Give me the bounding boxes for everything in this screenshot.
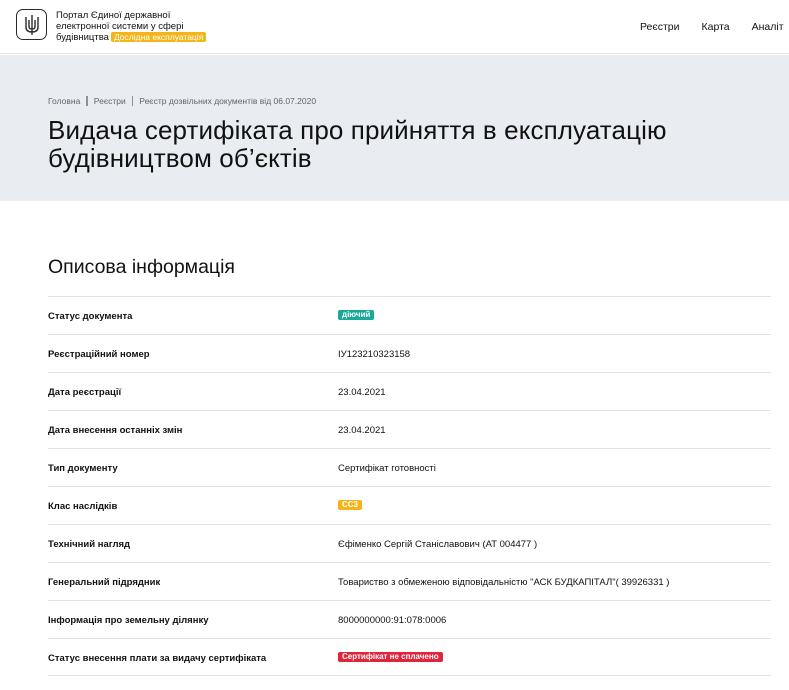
breadcrumb-separator — [86, 96, 88, 106]
row-label: Статус документа — [48, 311, 133, 322]
table-row: Технічний нагляд Єфіменко Сергій Станісл… — [48, 524, 771, 562]
row-value: 8000000000:91:078:0006 — [338, 615, 447, 626]
consequence-class-badge: СС3 — [338, 500, 363, 510]
table-row: Статус внесення плати за видачу сертифік… — [48, 638, 771, 676]
table-row: Тип документу Сертифікат готовності — [48, 448, 771, 486]
table-row: Дата внесення останніх змін 23.04.2021 — [48, 410, 771, 448]
page-hero: Головна Реєстри Реєстр дозвільних докуме… — [0, 55, 789, 201]
table-row: Реєстраційний номер ІУ123210323158 — [48, 334, 771, 372]
brand-line-2: електронної системи у сфері — [56, 20, 184, 32]
breadcrumb-home[interactable]: Головна — [48, 96, 80, 106]
row-label: Дата реєстрації — [48, 387, 122, 398]
nav-registries[interactable]: Реєстри — [640, 21, 680, 33]
nav-analytics[interactable]: Аналіт — [752, 21, 784, 33]
row-label: Дата внесення останніх змін — [48, 425, 183, 436]
table-row: Інформація про земельну ділянку 80000000… — [48, 600, 771, 638]
row-value: Єфіменко Сергій Станіславович (АТ 004477… — [338, 539, 538, 550]
row-label: Інформація про земельну ділянку — [48, 615, 209, 626]
row-value: Товариство з обмеженою відповідальністю … — [338, 577, 670, 588]
trident-logo-icon[interactable] — [16, 9, 47, 40]
info-table: Статус документа діючий Реєстраційний но… — [48, 296, 771, 676]
table-row: Генеральний підрядник Товариство з обмеж… — [48, 562, 771, 600]
site-header: Портал Єдиної державної електронної сист… — [0, 0, 789, 54]
payment-status-badge: Сертифікат не сплачено — [338, 652, 443, 662]
page-title-line-1: Видача сертифіката про прийняття в експл… — [48, 115, 667, 145]
test-mode-badge: Дослідна експлуатація — [110, 32, 207, 42]
row-value: 23.04.2021 — [338, 425, 386, 436]
row-label: Генеральний підрядник — [48, 577, 161, 588]
row-value: ІУ123210323158 — [338, 349, 411, 360]
brand-line-1: Портал Єдиної державної — [56, 10, 171, 21]
row-label: Клас наслідків — [48, 501, 118, 512]
brand-line-3: будівництва — [56, 32, 109, 43]
row-label: Тип документу — [48, 463, 118, 474]
row-label: Реєстраційний номер — [48, 349, 150, 360]
nav-map[interactable]: Карта — [702, 21, 730, 33]
breadcrumb-separator — [131, 96, 134, 106]
page-title-line-2: будівництвом об’єктів — [48, 143, 312, 173]
section-title: Описова інформація — [48, 256, 235, 278]
table-row: Статус документа діючий — [48, 296, 771, 334]
breadcrumb-registries[interactable]: Реєстри — [94, 96, 126, 106]
breadcrumb-current[interactable]: Реєстр дозвільних документів від 06.07.2… — [139, 96, 316, 106]
row-value: 23.04.2021 — [338, 387, 386, 398]
breadcrumb: Головна Реєстри Реєстр дозвільних докуме… — [48, 96, 316, 106]
row-value: Сертифікат готовності — [338, 463, 436, 474]
table-row: Дата реєстрації 23.04.2021 — [48, 372, 771, 410]
page-title: Видача сертифіката про прийняття в експл… — [48, 116, 667, 172]
row-label: Технічний нагляд — [48, 539, 131, 550]
table-row: Клас наслідків СС3 — [48, 486, 771, 524]
top-navigation: Реєстри Карта Аналіт — [640, 21, 784, 33]
portal-brand[interactable]: Портал Єдиної державної електронної сист… — [56, 10, 226, 44]
row-label: Статус внесення плати за видачу сертифік… — [48, 653, 267, 664]
status-badge: діючий — [338, 310, 375, 320]
